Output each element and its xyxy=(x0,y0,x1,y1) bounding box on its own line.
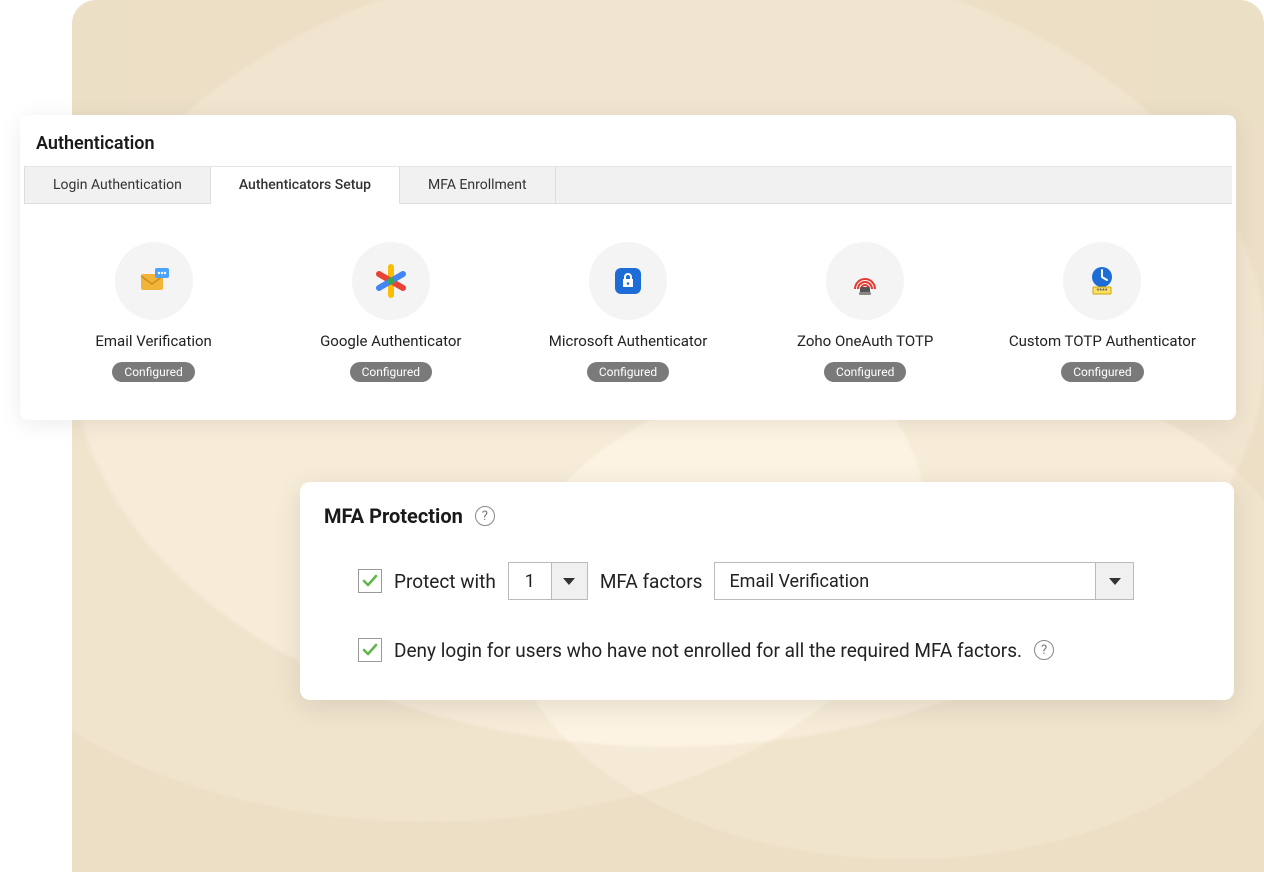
card-label: Microsoft Authenticator xyxy=(549,332,708,350)
tab-label: Login Authentication xyxy=(53,177,182,193)
tab-login-authentication[interactable]: Login Authentication xyxy=(24,167,211,203)
google-authenticator-icon xyxy=(352,242,430,320)
status-badge: Configured xyxy=(587,362,669,382)
factor-count-select[interactable]: 1 xyxy=(508,562,588,600)
mfa-title-row: MFA Protection ? xyxy=(324,504,1210,528)
deny-login-label: Deny login for users who have not enroll… xyxy=(394,639,1022,662)
protect-with-row: Protect with 1 MFA factors Email Verific… xyxy=(324,552,1210,610)
chevron-down-icon xyxy=(1109,578,1121,585)
mfa-protection-panel: MFA Protection ? Protect with 1 MFA fact… xyxy=(300,482,1234,700)
authenticator-cards: Email Verification Configured Google Aut… xyxy=(20,204,1236,402)
status-badge: Configured xyxy=(1061,362,1143,382)
protect-checkbox[interactable] xyxy=(358,569,382,593)
factor-select-caret[interactable] xyxy=(1095,563,1133,599)
mfa-protection-title: MFA Protection xyxy=(324,504,463,528)
status-badge: Configured xyxy=(112,362,194,382)
tab-label: MFA Enrollment xyxy=(428,177,527,193)
tab-authenticators-setup[interactable]: Authenticators Setup xyxy=(211,167,400,204)
svg-text:****: **** xyxy=(1097,288,1108,295)
zoho-oneauth-icon xyxy=(826,242,904,320)
card-microsoft-authenticator[interactable]: Microsoft Authenticator Configured xyxy=(514,242,741,382)
card-label: Custom TOTP Authenticator xyxy=(1009,332,1196,350)
factor-select[interactable]: Email Verification xyxy=(714,562,1134,600)
card-google-authenticator[interactable]: Google Authenticator Configured xyxy=(277,242,504,382)
deny-checkbox[interactable] xyxy=(358,638,382,662)
card-email-verification[interactable]: Email Verification Configured xyxy=(40,242,267,382)
help-icon[interactable]: ? xyxy=(475,506,495,526)
email-verification-icon xyxy=(115,242,193,320)
protect-suffix-label: MFA factors xyxy=(600,570,703,593)
factor-select-value: Email Verification xyxy=(715,571,1095,592)
auth-tabs: Login Authentication Authenticators Setu… xyxy=(24,166,1232,204)
tab-mfa-enrollment[interactable]: MFA Enrollment xyxy=(400,167,556,203)
status-badge: Configured xyxy=(824,362,906,382)
card-label: Zoho OneAuth TOTP xyxy=(797,332,933,350)
card-label: Google Authenticator xyxy=(320,332,461,350)
microsoft-authenticator-icon xyxy=(589,242,667,320)
factor-count-value: 1 xyxy=(509,571,551,592)
chevron-down-icon xyxy=(563,578,575,585)
help-icon[interactable]: ? xyxy=(1034,640,1054,660)
card-label: Email Verification xyxy=(95,332,211,350)
protect-prefix-label: Protect with xyxy=(394,570,496,593)
tab-label: Authenticators Setup xyxy=(239,177,371,193)
deny-login-row: Deny login for users who have not enroll… xyxy=(324,628,1210,672)
custom-totp-icon: **** xyxy=(1063,242,1141,320)
status-badge: Configured xyxy=(350,362,432,382)
card-zoho-oneauth[interactable]: Zoho OneAuth TOTP Configured xyxy=(752,242,979,382)
authentication-panel: Authentication Login Authentication Auth… xyxy=(20,115,1236,420)
card-custom-totp[interactable]: **** Custom TOTP Authenticator Configure… xyxy=(989,242,1216,382)
authentication-title: Authentication xyxy=(20,115,1236,166)
factor-count-caret[interactable] xyxy=(551,563,587,599)
